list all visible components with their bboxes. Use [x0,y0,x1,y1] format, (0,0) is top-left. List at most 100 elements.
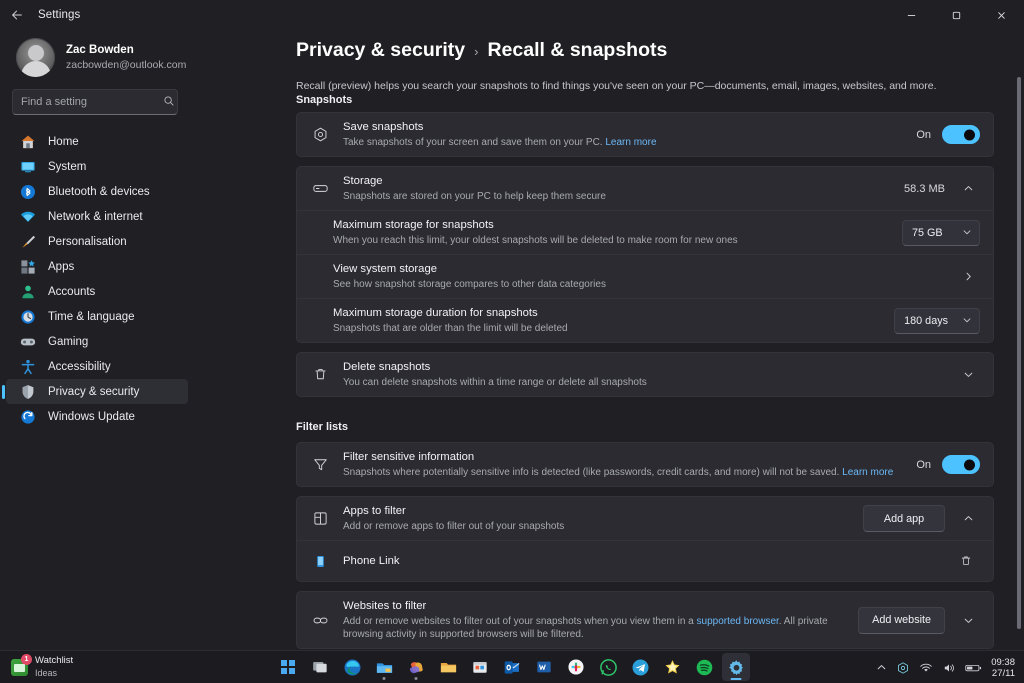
tray-overflow-button[interactable] [876,662,887,673]
settings-taskbar-button[interactable] [722,653,750,681]
chevron-up-icon[interactable] [956,177,980,201]
sidebar-item-accounts[interactable]: Accounts [6,279,188,304]
sidebar-item-bluetooth[interactable]: Bluetooth & devices [6,179,188,204]
apps-icon [20,259,36,275]
time-icon [20,309,36,325]
microsoft-store-button[interactable] [466,653,494,681]
volume-icon[interactable] [942,661,956,675]
learn-more-link[interactable]: Learn more [842,467,893,478]
maximize-button[interactable] [934,0,979,30]
storage-used-value: 58.3 MB [904,183,945,195]
title-bar: Settings [0,0,1024,30]
star-icon [663,658,682,677]
clock-time: 09:38 [991,657,1015,668]
save-snapshots-toggle[interactable] [942,125,980,144]
account-block[interactable]: Zac Bowden zacbowden@outlook.com [0,30,188,89]
accounts-icon [20,284,36,300]
row-subtitle: Add or remove websites to filter out of … [343,615,843,641]
page-description: Recall (preview) helps you search your s… [296,79,994,93]
bluetooth-icon [20,184,36,200]
scrollbar-thumb[interactable] [1017,77,1021,629]
file-explorer-button[interactable] [434,653,462,681]
chevron-down-icon[interactable] [956,363,980,387]
sidebar-nav: Home System Bluetoot [0,129,188,650]
content-scrollbar[interactable] [1017,64,1021,650]
sidebar-item-windows-update[interactable]: Windows Update [6,404,188,429]
microsoft-copilot-button[interactable] [402,653,430,681]
delete-app-button[interactable] [952,548,980,574]
sidebar-item-home[interactable]: Home [6,129,188,154]
sidebar-item-accessibility[interactable]: Accessibility [6,354,188,379]
telegram-button[interactable] [626,653,654,681]
outlook-icon [503,658,522,677]
taskbar-widget-watchlist[interactable]: 1 Watchlist Ideas [0,651,73,683]
combobox-value: 75 GB [912,227,943,239]
toggle-state-label: On [916,129,931,141]
personalisation-icon [20,234,36,250]
file-explorer-pinned-button[interactable] [370,653,398,681]
row-delete-snapshots[interactable]: Delete snapshots You can delete snapshot… [297,353,993,396]
add-website-button[interactable]: Add website [858,607,945,634]
settings-window: Settings Zac Bowden zacbowden@outlook.co… [0,0,1024,683]
search-input[interactable] [21,96,163,108]
sidebar-item-label: System [48,161,86,173]
max-storage-combobox[interactable]: 75 GB [902,220,980,246]
row-storage[interactable]: Storage Snapshots are stored on your PC … [297,167,993,210]
battery-icon[interactable] [965,662,982,674]
sidebar-item-label: Windows Update [48,411,135,423]
chevron-down-icon[interactable] [956,608,980,632]
chevron-up-icon [876,662,887,673]
row-subtitle-text: Take snapshots of your screen and save t… [343,137,603,148]
whatsapp-button[interactable] [594,653,622,681]
chevron-up-icon[interactable] [956,507,980,531]
search-box[interactable] [12,89,178,115]
learn-more-link[interactable]: Learn more [605,137,656,148]
back-button[interactable] [0,0,34,30]
sidebar-item-label: Accounts [48,286,95,298]
folder-icon [439,658,458,677]
row-subtitle: See how snapshot storage compares to oth… [333,278,943,291]
spotify-button[interactable] [690,653,718,681]
slack-button[interactable] [562,653,590,681]
recall-tray-icon[interactable] [896,661,910,675]
card-filter-sensitive: Filter sensitive information Snapshots w… [296,442,994,487]
row-view-system-storage[interactable]: View system storage See how snapshot sto… [297,254,993,298]
minimize-icon [906,10,917,21]
microsoft-edge-button[interactable] [338,653,366,681]
window-body: Zac Bowden zacbowden@outlook.com [0,30,1024,650]
sidebar-item-time[interactable]: Time & language [6,304,188,329]
card-delete-snapshots: Delete snapshots You can delete snapshot… [296,352,994,397]
sidebar-item-label: Privacy & security [48,386,139,398]
task-view-button[interactable] [306,653,334,681]
supported-browser-link[interactable]: supported browser [697,616,779,627]
minimize-button[interactable] [889,0,934,30]
content-area: Privacy & security › Recall & snapshots … [196,30,1024,650]
sidebar-item-personalisation[interactable]: Personalisation [6,229,188,254]
max-duration-combobox[interactable]: 180 days [894,308,980,334]
breadcrumb-parent[interactable]: Privacy & security [296,39,465,62]
sidebar-item-label: Time & language [48,311,135,323]
filter-sensitive-toggle[interactable] [942,455,980,474]
sidebar-item-apps[interactable]: Apps [6,254,188,279]
notification-badge: 1 [21,654,32,665]
snapchat-button[interactable] [658,653,686,681]
sidebar-item-system[interactable]: System [6,154,188,179]
wifi-icon[interactable] [919,661,933,675]
start-button[interactable] [274,653,302,681]
outlook-button[interactable] [498,653,526,681]
sidebar-item-gaming[interactable]: Gaming [6,329,188,354]
sidebar-item-privacy-security[interactable]: Privacy & security [6,379,188,404]
sidebar-item-label: Personalisation [48,236,127,248]
sidebar-item-network[interactable]: Network & internet [6,204,188,229]
close-button[interactable] [979,0,1024,30]
add-app-button[interactable]: Add app [863,505,945,532]
clock[interactable]: 09:38 27/11 [991,657,1015,679]
update-icon [20,409,36,425]
word-button[interactable] [530,653,558,681]
account-email: zacbowden@outlook.com [66,58,186,72]
combobox-value: 180 days [904,315,948,327]
copilot-icon [407,658,426,677]
explorer-blue-icon [375,658,394,677]
chevron-right-icon[interactable] [956,265,980,289]
group-heading-filter-lists: Filter lists [296,421,994,433]
